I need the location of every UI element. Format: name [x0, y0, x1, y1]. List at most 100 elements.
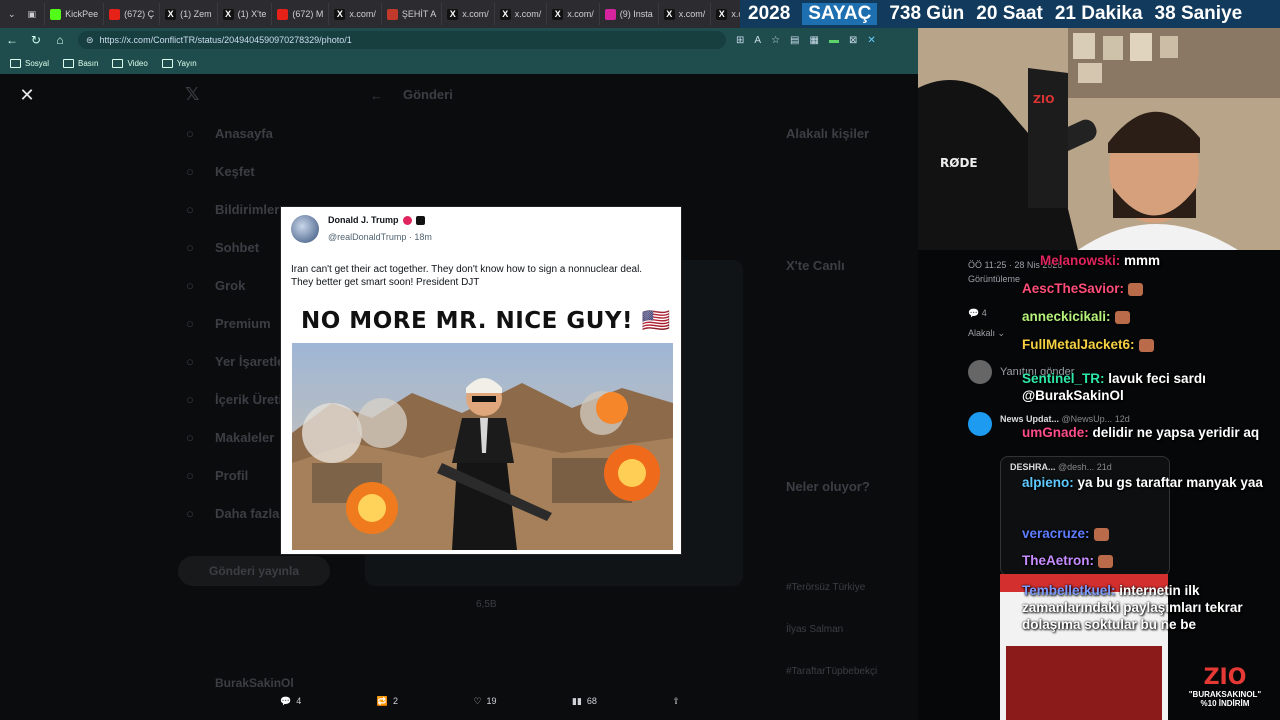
quoted-time: 21d — [1096, 462, 1112, 472]
webcam-feed: RØDE ZIO — [918, 28, 1280, 250]
ig-favicon-icon — [604, 8, 616, 20]
chat-message: Tembelletkuel: internetin ilk zamanların… — [1022, 582, 1270, 633]
browser-tab[interactable]: ŞEHİT A — [382, 3, 443, 25]
extension-icon[interactable]: ▤ — [790, 35, 799, 46]
home-icon[interactable]: ⌂ — [48, 33, 72, 47]
svg-text:RØDE: RØDE — [940, 156, 978, 170]
browser-tab[interactable]: Xx.com/ — [442, 3, 495, 25]
tab-label: x.com/ — [678, 9, 706, 19]
sidebar-item: Premium — [215, 316, 271, 331]
browser-tab[interactable]: X (1) X'te — [218, 3, 273, 25]
split-view-icon[interactable]: ⊞ — [736, 35, 744, 46]
repost-count: 2 — [392, 696, 398, 706]
bookmark-folder[interactable]: Video — [112, 58, 148, 68]
photo-viewer-image[interactable]: Donald J. Trump @realDonaldTrump · 18m I… — [281, 207, 681, 554]
site-info-icon[interactable]: ⊜ — [86, 35, 94, 46]
chat-message: alpieno: ya bu gs taraftar manyak yaa — [1022, 474, 1270, 491]
extension-icon[interactable]: ▦ — [809, 35, 818, 46]
sort-dropdown[interactable]: Alakalı ⌄ — [968, 328, 1005, 339]
reply-button[interactable]: 💬 4 — [280, 696, 301, 707]
sponsor-logo: ZIO "BURAKSAKINOL" %10 İNDİRİM — [1170, 666, 1280, 720]
sidebar-nav-icon: ○ — [186, 316, 194, 331]
x-favicon-icon: X — [663, 8, 675, 20]
browser-tab[interactable]: Xx.com/ — [547, 3, 600, 25]
x-favicon-icon: X — [499, 8, 511, 20]
back-icon[interactable]: ← — [0, 33, 24, 47]
bookmark-folder[interactable]: Yayın — [161, 58, 197, 68]
share-icon: ⇪ — [672, 695, 680, 706]
news-name: News Updat... — [1000, 414, 1060, 424]
views-button[interactable]: ▮▮ 68 — [572, 696, 597, 707]
tab-label: KickPee — [65, 9, 99, 19]
countdown-label: SAYAÇ — [802, 3, 878, 25]
sidebar-nav-icon: ○ — [186, 468, 194, 483]
reload-icon[interactable]: ↻ — [24, 33, 48, 47]
tab-label: x.com/ — [567, 9, 594, 19]
browser-tab[interactable]: X (1) Zem — [160, 3, 218, 25]
url-text: https://x.com/ConflictTR/status/20494045… — [99, 35, 352, 45]
chat-username[interactable]: Melanowski: — [1040, 253, 1120, 268]
sort-label: Alakalı — [968, 328, 996, 338]
chat-message: Melanowski: mmm — [1040, 252, 1190, 269]
right-heading: X'te Canlı — [786, 258, 845, 273]
browser-tab[interactable]: (672) Ç — [104, 3, 161, 25]
repost-icon: 🔁 — [376, 695, 388, 706]
browser-tab[interactable]: (9) Insta — [600, 3, 659, 25]
extension-icon[interactable]: ▬ — [829, 35, 839, 46]
extension-icon[interactable]: ✕ — [867, 35, 875, 46]
chat-message: veracruze: — [1022, 525, 1270, 542]
chat-username[interactable]: AescTheSavior: — [1022, 281, 1124, 296]
sidebar-nav-icon: ○ — [186, 430, 194, 445]
trend-item: #TaraftarTüpbebekçi — [786, 666, 878, 677]
chat-username[interactable]: Sentinel_TR: — [1022, 371, 1105, 386]
emote-icon — [1098, 554, 1113, 568]
streamer-webcam-image: RØDE ZIO — [918, 28, 1280, 250]
favorite-star-icon[interactable]: ☆ — [771, 35, 780, 46]
stream-chat-overlay: ÖÖ 11:25 · 28 Nis 2026 Görüntüleme 💬 4 A… — [918, 250, 1280, 720]
chat-username[interactable]: umGnade: — [1022, 425, 1089, 440]
truth-social-icon — [415, 215, 425, 225]
bookmark-label: Sosyal — [25, 58, 50, 68]
translate-icon[interactable]: ⊠ — [849, 35, 857, 46]
post-button-label: Gönderi yayınla — [208, 564, 300, 578]
tab-actions[interactable]: ⌄ ▣ — [0, 3, 46, 25]
browser-tab[interactable]: Xx.com/ — [329, 3, 382, 25]
chat-username[interactable]: Tembelletkuel: — [1022, 583, 1116, 598]
browser-tab[interactable]: Xx.com/ — [711, 3, 740, 25]
photo-actions-bar: 💬 4 🔁 2 ♡ 19 ▮▮ 68 ⇪ — [280, 690, 680, 712]
read-aloud-icon[interactable]: A — [754, 35, 761, 46]
tab-label: x.com/ — [731, 9, 740, 19]
tab-label: (1) Zem — [180, 9, 212, 19]
chat-username[interactable]: veracruze: — [1022, 526, 1090, 541]
bookmark-folder[interactable]: Basın — [63, 58, 98, 68]
browser-tab[interactable]: (672) M — [272, 3, 330, 25]
scene-illustration — [292, 343, 673, 550]
sidebar-item: Grok — [215, 278, 246, 293]
chat-username[interactable]: FullMetalJacket6: — [1022, 337, 1135, 352]
kick-favicon-icon — [50, 8, 62, 20]
tab-overview-icon[interactable]: ▣ — [28, 9, 37, 20]
bookmark-folder[interactable]: Sosyal — [10, 58, 50, 68]
sponsor-discount: %10 İNDİRİM — [1200, 699, 1250, 708]
trend-item: İlyas Salman — [786, 624, 844, 635]
close-icon[interactable]: ✕ — [18, 86, 36, 104]
x-favicon-icon: X — [222, 8, 234, 20]
chat-message: anneckicikali: — [1022, 308, 1270, 325]
like-button[interactable]: ♡ 19 — [473, 696, 496, 707]
browser-tab[interactable]: Xx.com/ — [659, 3, 712, 25]
news-time: 12d — [1114, 414, 1130, 424]
chat-username[interactable]: TheAetron: — [1022, 553, 1094, 568]
news-account: News Updat... @NewsUp... 12d — [1000, 414, 1130, 424]
url-field[interactable]: ⊜ https://x.com/ConflictTR/status/204940… — [78, 31, 726, 49]
chevron-down-icon[interactable]: ⌄ — [8, 9, 16, 20]
chat-username[interactable]: alpieno: — [1022, 475, 1074, 490]
author-meta: @realDonaldTrump · 18m — [328, 232, 432, 242]
chat-username[interactable]: anneckicikali: — [1022, 309, 1111, 324]
countdown-year: 2028 — [748, 3, 791, 24]
repost-button[interactable]: 🔁 2 — [377, 696, 398, 707]
chat-message: FullMetalJacket6: — [1022, 336, 1270, 353]
x-favicon-icon: X — [165, 8, 177, 20]
browser-tab[interactable]: KickPee — [45, 3, 105, 25]
browser-tab[interactable]: Xx.com/ — [495, 3, 548, 25]
share-button[interactable]: ⇪ — [672, 696, 680, 707]
